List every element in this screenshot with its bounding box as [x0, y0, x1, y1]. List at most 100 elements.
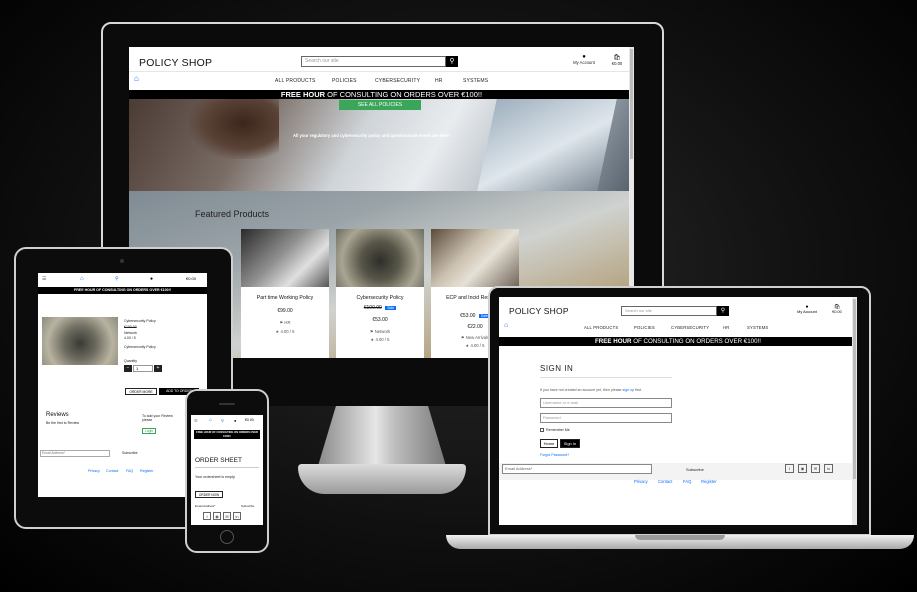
- nav-systems[interactable]: SYSTEMS: [463, 78, 488, 84]
- decrement-button[interactable]: −: [124, 365, 132, 372]
- device-mockup-stage: POLICY SHOP Search our site ⚲ ● My Accou…: [0, 0, 917, 592]
- signin-note-text: If you have not created an account yet, …: [540, 388, 622, 392]
- signin-title: SIGN IN: [540, 364, 574, 373]
- footer-register[interactable]: Register: [701, 479, 717, 484]
- site-logo[interactable]: POLICY SHOP: [139, 57, 212, 69]
- quantity-input[interactable]: 1: [133, 365, 153, 372]
- nav-hr[interactable]: HR: [435, 78, 443, 84]
- product-name: Part time Working Policy: [256, 295, 314, 301]
- footer-privacy[interactable]: Privacy: [634, 479, 648, 484]
- github-icon[interactable]: ◉: [213, 512, 221, 520]
- see-all-policies-button[interactable]: SEE ALL POLICIES: [339, 100, 421, 110]
- email-icon[interactable]: ✉: [811, 464, 820, 473]
- nav-policies[interactable]: POLICIES: [332, 78, 357, 84]
- home-icon[interactable]: ⌂: [80, 276, 84, 282]
- email-input[interactable]: Email Address*: [40, 450, 110, 457]
- nav-all-products[interactable]: ALL PRODUCTS: [275, 78, 316, 84]
- facebook-icon[interactable]: f: [203, 512, 211, 520]
- product-category[interactable]: Network: [124, 331, 137, 335]
- increment-button[interactable]: +: [154, 365, 162, 372]
- username-input[interactable]: Username or e-mail: [540, 398, 672, 408]
- laptop-screen: POLICY SHOP Search our site ⚲ ● My Accou…: [499, 297, 857, 525]
- linkedin-icon[interactable]: in: [233, 512, 241, 520]
- product-category[interactable]: ⚑ Network: [336, 329, 424, 334]
- product-subtitle: Cybersecurity Policy: [124, 345, 156, 349]
- forgot-password-link[interactable]: Forgot Password?: [540, 453, 569, 457]
- home-icon[interactable]: ⌂: [504, 322, 508, 329]
- email-icon[interactable]: ✉: [223, 512, 231, 520]
- home-button[interactable]: Home: [540, 439, 558, 448]
- review-prompt: To add your Review please: [142, 414, 173, 422]
- product-name: Cybersecurity Policy: [356, 295, 404, 301]
- nav-all-products[interactable]: ALL PRODUCTS: [584, 325, 618, 330]
- header-divider: [129, 71, 634, 72]
- promo-banner: FREE HOUR OF CONSULTING ON ORDERS OVER €…: [194, 430, 260, 439]
- imac-stand-foot: [298, 464, 466, 494]
- password-input[interactable]: Password: [540, 413, 672, 423]
- product-image: [241, 229, 329, 287]
- subscribe-label[interactable]: Subscribe: [122, 451, 138, 455]
- nav-systems[interactable]: SYSTEMS: [747, 325, 768, 330]
- cart-link[interactable]: 🛍 €0.00: [607, 54, 627, 66]
- remember-checkbox[interactable]: [540, 428, 544, 432]
- nav-policies[interactable]: POLICIES: [634, 325, 655, 330]
- product-rating: ★ 4.00 / 5: [336, 337, 424, 342]
- account-label: My Account: [573, 60, 595, 65]
- home-icon[interactable]: ⌂: [209, 417, 212, 423]
- search-input[interactable]: Search our site: [301, 56, 446, 67]
- rating-value: 4.00 / 5: [280, 329, 295, 334]
- search-input[interactable]: Search our site: [621, 306, 717, 316]
- footer-faq[interactable]: FAQ: [126, 469, 133, 473]
- product-image: [431, 229, 519, 287]
- footer-faq[interactable]: FAQ: [683, 479, 691, 484]
- cart-link[interactable]: 🛍 €0.00: [827, 304, 847, 314]
- nav-hr[interactable]: HR: [723, 325, 729, 330]
- search-icon[interactable]: ⚲: [221, 418, 224, 423]
- scrollbar-thumb[interactable]: [630, 49, 633, 159]
- linkedin-icon[interactable]: in: [824, 464, 833, 473]
- laptop-scrollbar[interactable]: [852, 297, 857, 525]
- cart-total[interactable]: €0.00: [186, 276, 196, 281]
- product-card[interactable]: Part time Working Policy €99.00 ⚑ HR ★ 4…: [241, 229, 329, 358]
- order-now-button[interactable]: ORDER NOW: [195, 491, 223, 498]
- footer-contact[interactable]: Contact: [658, 479, 672, 484]
- account-link[interactable]: ● My Account: [569, 54, 599, 65]
- footer-contact[interactable]: Contact: [106, 469, 118, 473]
- cart-total[interactable]: €0.00: [245, 418, 254, 422]
- site-logo[interactable]: POLICY SHOP: [509, 306, 569, 316]
- footer-privacy[interactable]: Privacy: [88, 469, 100, 473]
- nav-cybersecurity[interactable]: CYBERSECURITY: [671, 325, 709, 330]
- phone-home-button[interactable]: [220, 530, 234, 544]
- product-old-price: €100.00: [124, 325, 137, 329]
- cart-total: €0.00: [611, 61, 623, 66]
- nav-cybersecurity[interactable]: CYBERSECURITY: [375, 78, 420, 84]
- bag-icon: 🛍: [613, 55, 621, 61]
- order-more-button[interactable]: ORDER MORE: [125, 388, 157, 395]
- search-button[interactable]: ⚲: [446, 56, 458, 67]
- product-card[interactable]: Cybersecurity Policy €100.00 Sale €53.00…: [336, 229, 424, 358]
- github-icon[interactable]: ◉: [798, 464, 807, 473]
- account-link[interactable]: ● My Account: [793, 304, 821, 314]
- scrollbar-thumb[interactable]: [853, 299, 856, 479]
- search-button[interactable]: ⚲: [717, 306, 729, 316]
- user-icon[interactable]: ●: [234, 418, 236, 423]
- footer-register[interactable]: Register: [140, 469, 153, 473]
- remember-label: Remember Me: [546, 428, 570, 432]
- facebook-icon[interactable]: f: [785, 464, 794, 473]
- phone-speaker: [219, 403, 235, 405]
- login-button[interactable]: Login: [142, 428, 156, 434]
- signup-link[interactable]: sign up: [623, 388, 635, 392]
- hero-section: [129, 99, 634, 191]
- email-input[interactable]: Email Address*: [502, 464, 652, 474]
- home-icon[interactable]: ⌂: [134, 74, 139, 83]
- subscribe-label[interactable]: Subscribe: [686, 467, 704, 472]
- order-sheet-title: ORDER SHEET: [195, 457, 242, 464]
- title-divider: [195, 467, 259, 468]
- menu-icon[interactable]: ☰: [194, 418, 198, 423]
- search-icon[interactable]: ⚲: [115, 276, 119, 282]
- user-icon[interactable]: ●: [150, 276, 153, 282]
- product-category[interactable]: ⚑ HR: [241, 320, 329, 325]
- subscribe-label[interactable]: Subscribe: [241, 504, 254, 508]
- signin-button[interactable]: Sign In: [560, 439, 580, 448]
- menu-icon[interactable]: ☰: [42, 276, 46, 282]
